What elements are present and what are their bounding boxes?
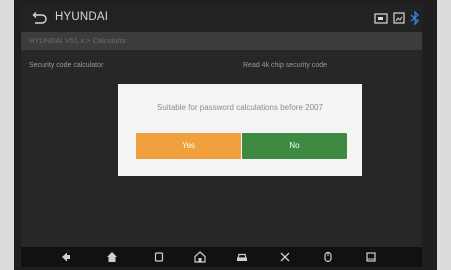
- bottom-nav-bar: [21, 247, 422, 267]
- screenshot-icon[interactable]: [391, 10, 407, 26]
- page-title: HYUNDAI: [55, 11, 109, 23]
- menu-item-security-code-calculator[interactable]: Security code calculator: [21, 56, 221, 78]
- car-icon[interactable]: [235, 250, 249, 264]
- house-icon[interactable]: [193, 250, 207, 264]
- recent-apps-icon[interactable]: [152, 250, 166, 264]
- window-icon[interactable]: [364, 250, 378, 264]
- tools-icon[interactable]: [278, 250, 292, 264]
- back-arrow-icon[interactable]: [59, 250, 73, 264]
- bluetooth-icon[interactable]: [407, 10, 422, 26]
- yes-button[interactable]: Yes: [136, 133, 241, 159]
- breadcrumb-text: HYUNDAI V51.x > Calculator: [29, 36, 127, 45]
- tablet-frame: HYUNDAI HYUNDAI V51.x > Calculator Secur…: [14, 0, 437, 270]
- menu-item-label: Read 4k chip security code: [243, 62, 328, 69]
- back-icon[interactable]: [29, 9, 47, 27]
- screen: HYUNDAI HYUNDAI V51.x > Calculator Secur…: [21, 4, 422, 247]
- confirm-dialog: Suitable for password calculations befor…: [118, 84, 362, 176]
- camera-icon[interactable]: [373, 10, 389, 26]
- no-button[interactable]: No: [242, 133, 347, 159]
- dialog-message: Suitable for password calculations befor…: [157, 103, 323, 112]
- home-icon[interactable]: [105, 250, 119, 264]
- menu-item-label: Security code calculator: [29, 62, 104, 69]
- mouse-icon[interactable]: [321, 250, 335, 264]
- menu-item-read-4k-chip[interactable]: Read 4k chip security code: [221, 56, 422, 78]
- title-bar: HYUNDAI: [21, 4, 422, 32]
- breadcrumb: HYUNDAI V51.x > Calculator: [21, 32, 422, 50]
